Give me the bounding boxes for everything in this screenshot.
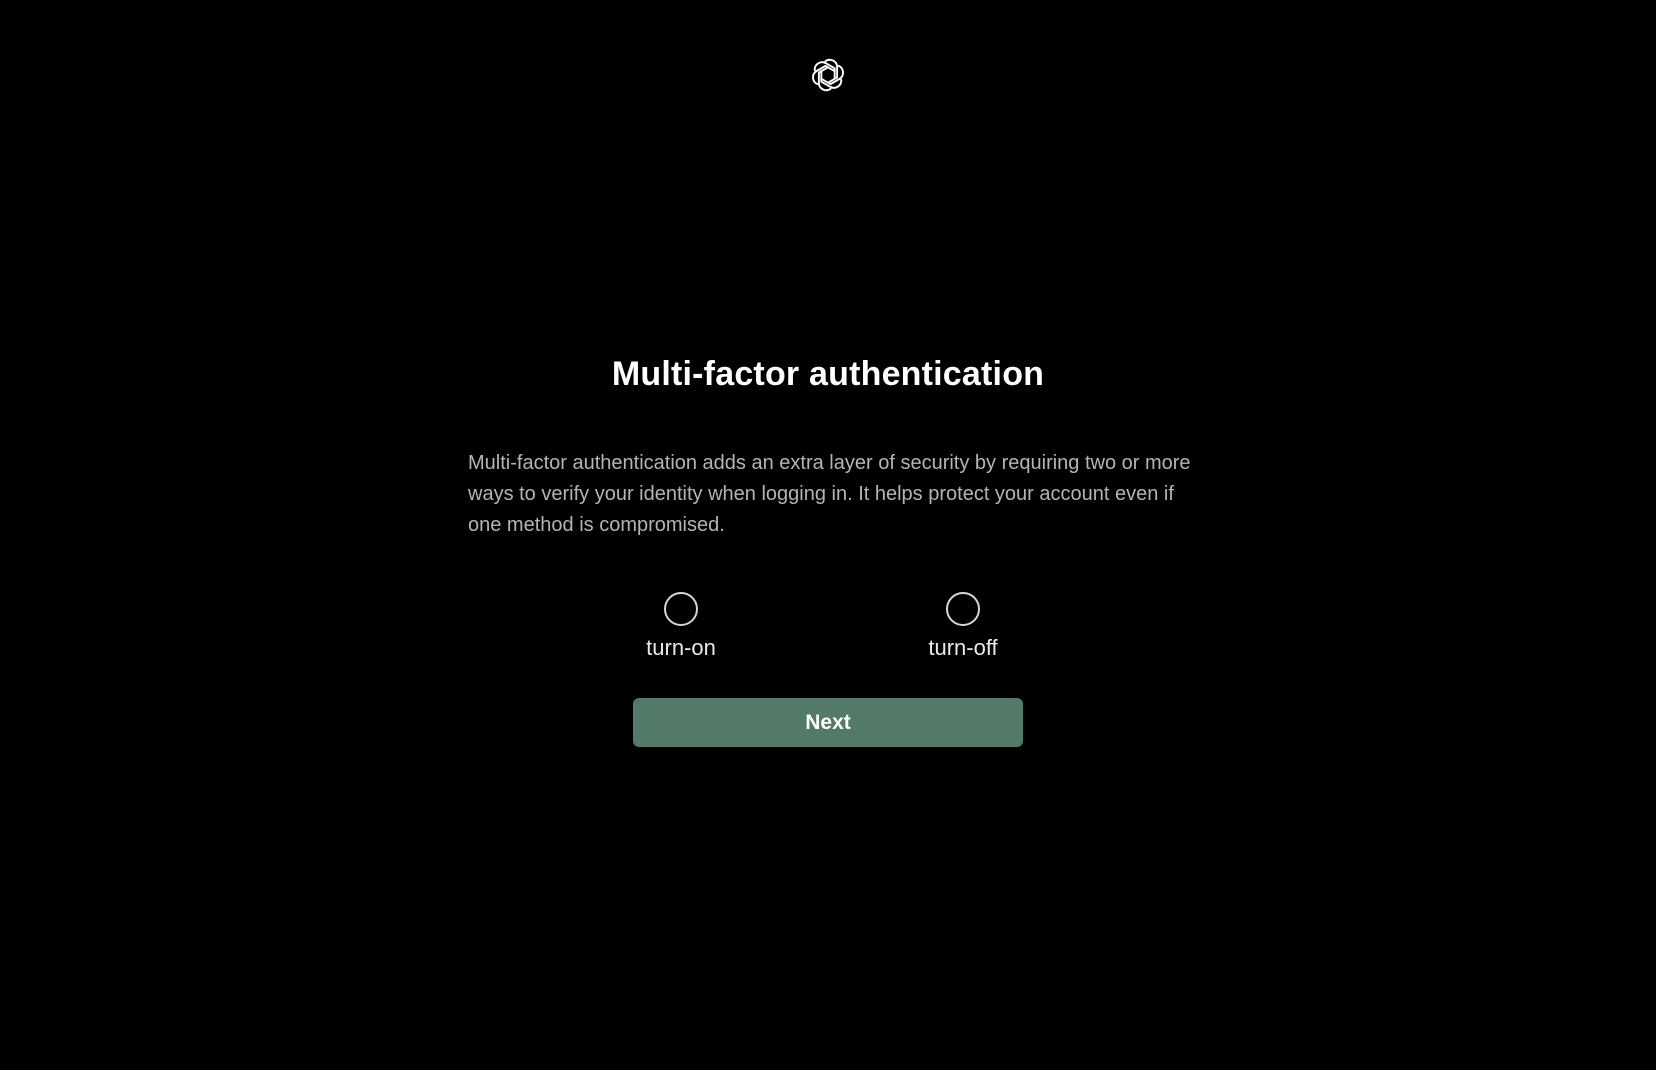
- turn-on-radio[interactable]: [664, 592, 698, 626]
- turn-off-label[interactable]: turn-off: [928, 634, 997, 662]
- page-title: Multi-factor authentication: [611, 355, 1045, 393]
- description-text: Multi-factor authentication adds an extr…: [468, 452, 1191, 536]
- openai-logo-icon: [807, 54, 849, 96]
- mfa-options: turn-on turn-off: [0, 592, 1656, 672]
- turn-off-radio[interactable]: [946, 592, 980, 626]
- turn-off-option[interactable]: turn-off: [883, 592, 1043, 662]
- turn-on-label[interactable]: turn-on: [646, 634, 716, 662]
- next-button[interactable]: Next: [633, 698, 1023, 747]
- mfa-page: Multi-factor authentication Multi-factor…: [0, 0, 1656, 1070]
- turn-on-option[interactable]: turn-on: [601, 592, 761, 662]
